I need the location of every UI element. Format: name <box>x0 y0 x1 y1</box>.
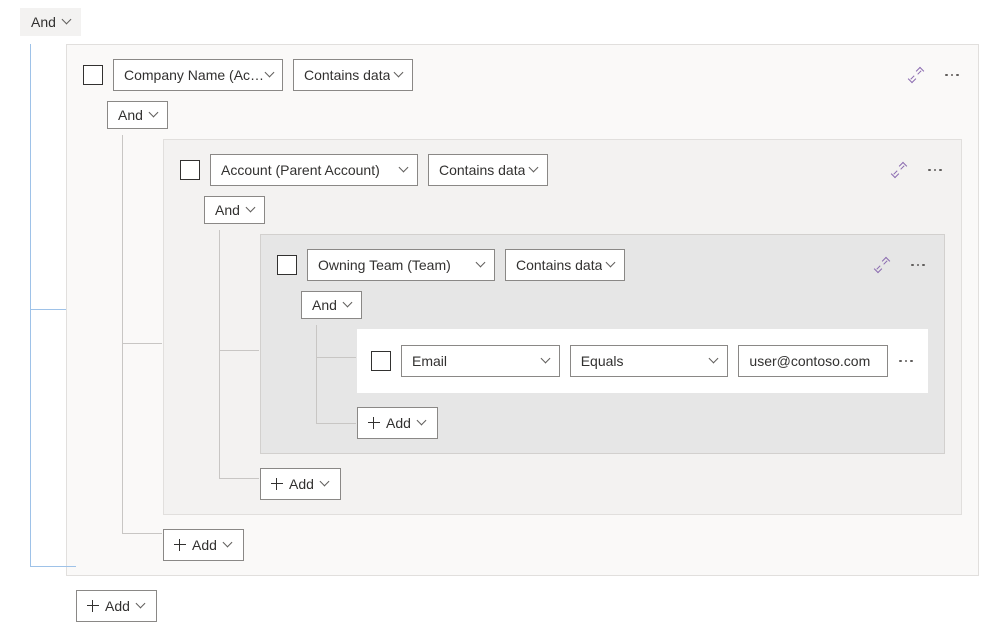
condition-operator-label: Equals <box>581 353 624 369</box>
group1-checkbox[interactable] <box>83 65 103 85</box>
related-entity-group-3: Owning Team (Team) Contains data <box>260 234 945 454</box>
tree-line <box>219 230 220 478</box>
chevron-down-icon <box>136 601 146 611</box>
tree-line <box>316 325 317 423</box>
condition-field-label: Email <box>412 353 447 369</box>
related-entity-group-1: Company Name (Accou... Contains data And <box>66 44 979 576</box>
group3-field-label: Owning Team (Team) <box>318 257 451 273</box>
condition-field-dropdown[interactable]: Email <box>401 345 560 377</box>
more-icon[interactable] <box>942 65 962 85</box>
group2-condition-dropdown[interactable]: Contains data <box>428 154 548 186</box>
group2-checkbox[interactable] <box>180 160 200 180</box>
plus-icon <box>368 417 380 429</box>
chevron-down-icon <box>223 540 233 550</box>
more-icon[interactable] <box>925 160 945 180</box>
tree-line <box>122 343 162 344</box>
condition-value-text: user@contoso.com <box>749 353 870 369</box>
root-add-label: Add <box>105 598 130 614</box>
condition-operator-dropdown[interactable]: Equals <box>570 345 729 377</box>
group2-condition-label: Contains data <box>439 162 525 178</box>
condition-value-input[interactable]: user@contoso.com <box>738 345 887 377</box>
chevron-down-icon <box>265 70 274 80</box>
collapse-icon[interactable] <box>908 67 924 83</box>
root-operator-dropdown[interactable]: And <box>20 8 81 36</box>
group3-operator-label: And <box>312 297 337 313</box>
group1-operator-dropdown[interactable]: And <box>107 101 168 129</box>
group2-add-button[interactable]: Add <box>260 468 341 500</box>
group2-add-label: Add <box>289 476 314 492</box>
group3-add-label: Add <box>386 415 411 431</box>
condition-checkbox[interactable] <box>371 351 391 371</box>
plus-icon <box>271 478 283 490</box>
chevron-down-icon <box>246 205 256 215</box>
group3-condition-dropdown[interactable]: Contains data <box>505 249 625 281</box>
group3-add-button[interactable]: Add <box>357 407 438 439</box>
group1-field-label: Company Name (Accou... <box>124 67 265 83</box>
tree-line <box>30 44 31 566</box>
group1-condition-dropdown[interactable]: Contains data <box>293 59 413 91</box>
chevron-down-icon <box>149 110 159 120</box>
tree-line <box>122 533 162 534</box>
chevron-down-icon <box>62 17 72 27</box>
more-icon[interactable] <box>908 255 928 275</box>
chevron-down-icon <box>476 260 486 270</box>
tree-line <box>219 478 259 479</box>
group2-field-dropdown[interactable]: Account (Parent Account) <box>210 154 418 186</box>
tree-line <box>316 423 356 424</box>
chevron-down-icon <box>320 479 330 489</box>
tree-line <box>122 135 123 533</box>
group1-condition-label: Contains data <box>304 67 390 83</box>
more-icon[interactable] <box>898 351 914 371</box>
tree-line <box>219 350 259 351</box>
group1-add-button[interactable]: Add <box>163 529 244 561</box>
group3-condition-label: Contains data <box>516 257 602 273</box>
collapse-icon[interactable] <box>874 257 890 273</box>
group2-operator-label: And <box>215 202 240 218</box>
group1-add-label: Add <box>192 537 217 553</box>
tree-line <box>30 309 66 310</box>
related-entity-group-2: Account (Parent Account) Contains data <box>163 139 962 515</box>
collapse-icon[interactable] <box>891 162 907 178</box>
group2-field-label: Account (Parent Account) <box>221 162 380 178</box>
group3-field-dropdown[interactable]: Owning Team (Team) <box>307 249 495 281</box>
condition-row: Email Equals <box>357 329 928 393</box>
chevron-down-icon <box>394 70 404 80</box>
chevron-down-icon <box>417 418 427 428</box>
chevron-down-icon <box>343 300 353 310</box>
chevron-down-icon <box>709 356 719 366</box>
group3-checkbox[interactable] <box>277 255 297 275</box>
group3-operator-dropdown[interactable]: And <box>301 291 362 319</box>
chevron-down-icon <box>529 165 539 175</box>
group1-field-dropdown[interactable]: Company Name (Accou... <box>113 59 283 91</box>
filter-builder: And Company Name (Accou... Contains data <box>0 0 999 630</box>
group2-operator-dropdown[interactable]: And <box>204 196 265 224</box>
tree-line <box>316 357 356 358</box>
chevron-down-icon <box>606 260 616 270</box>
root-add-button[interactable]: Add <box>76 590 157 622</box>
chevron-down-icon <box>399 165 409 175</box>
plus-icon <box>174 539 186 551</box>
root-operator-label: And <box>31 14 56 30</box>
chevron-down-icon <box>541 356 551 366</box>
plus-icon <box>87 600 99 612</box>
group1-operator-label: And <box>118 107 143 123</box>
